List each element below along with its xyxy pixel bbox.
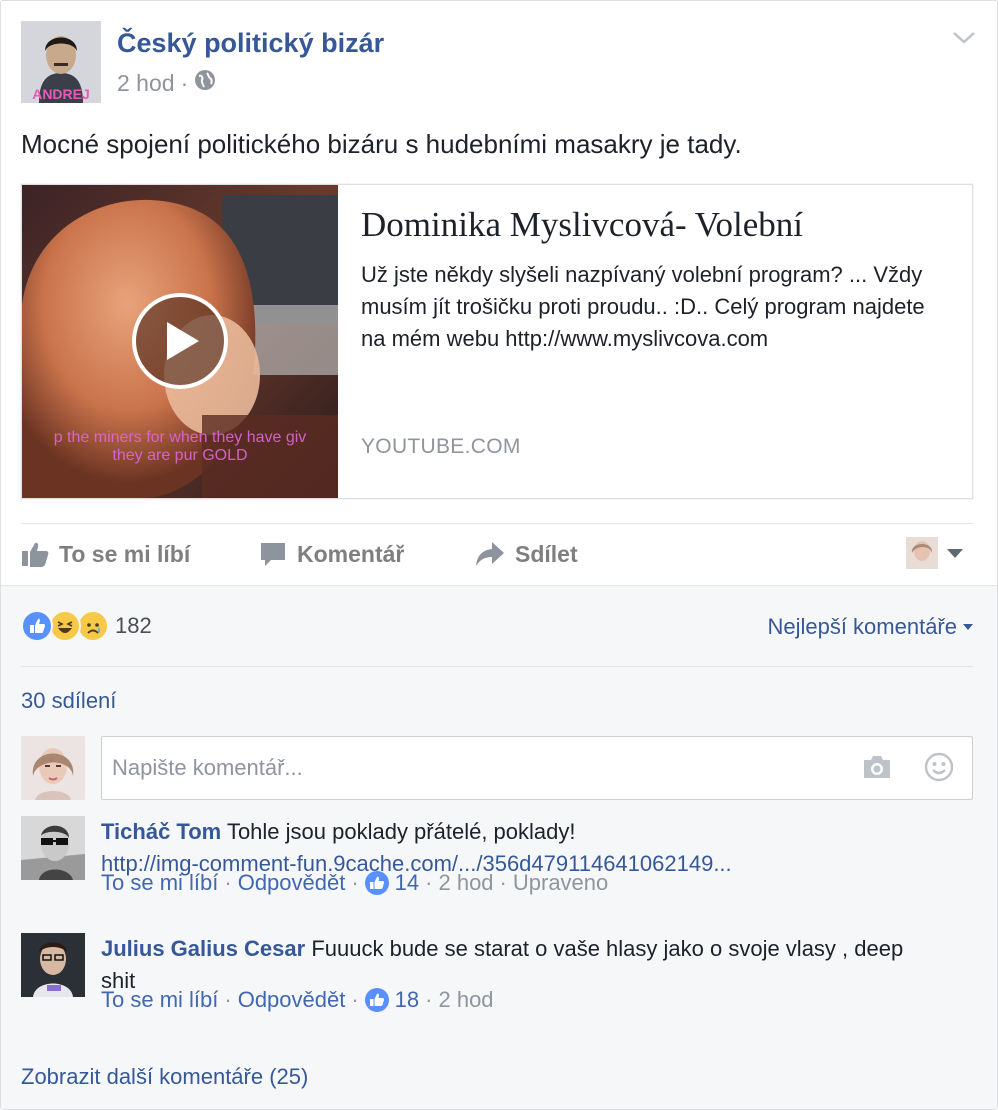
comment-like-count[interactable]: 14	[395, 870, 419, 896]
meta-separator: ·	[351, 987, 359, 1012]
comment-like-count[interactable]: 18	[395, 987, 419, 1013]
chevron-down-icon	[953, 32, 975, 44]
comment-icon	[261, 543, 285, 566]
post-options-button[interactable]	[949, 25, 979, 51]
share-label: Sdílet	[515, 540, 578, 567]
meta-separator: ·	[499, 870, 507, 895]
comment-reply-link[interactable]: Odpovědět	[238, 870, 346, 896]
meta-separator: ·	[425, 987, 433, 1012]
comment-time[interactable]: 2 hod	[438, 870, 493, 896]
comment-text: Tohle jsou poklady přátelé, poklady!	[226, 819, 576, 844]
commenter-avatar[interactable]	[21, 816, 85, 880]
meta-separator: ·	[224, 870, 232, 895]
reactions-summary[interactable]: 182	[21, 610, 152, 642]
meta-separator: ·	[425, 870, 433, 895]
link-preview[interactable]: p the miners for when they have giv they…	[21, 184, 973, 499]
shares-link[interactable]: 30 sdílení	[21, 688, 116, 714]
comment-item: Ticháč Tom Tohle jsou poklady přátelé, p…	[21, 816, 981, 926]
reaction-count: 182	[115, 613, 152, 638]
action-divider	[21, 523, 973, 524]
comment-reply-link[interactable]: Odpovědět	[238, 987, 346, 1013]
feedback-divider	[21, 666, 973, 667]
commenter-avatar[interactable]	[21, 933, 85, 997]
post-text: Mocné spojení politického bizáru s hudeb…	[21, 129, 742, 159]
share-icon	[476, 542, 504, 566]
thumbs-up-icon	[22, 542, 49, 567]
comment-composer[interactable]	[101, 736, 973, 800]
action-bar: To se mi líbí Komentář Sdílet	[1, 525, 997, 584]
caret-down-icon	[963, 624, 973, 630]
comment-sort-dropdown[interactable]: Nejlepší komentáře	[767, 614, 973, 640]
comment-like-link[interactable]: To se mi líbí	[101, 870, 218, 896]
post-as-selector[interactable]	[906, 537, 964, 569]
like-reaction-icon	[21, 610, 53, 642]
comment-meta: To se mi líbí · Odpovědět · 18 · 2 hod	[101, 987, 494, 1013]
page-avatar[interactable]: ANDREJ	[21, 21, 101, 103]
comment-button[interactable]: Komentář	[259, 540, 404, 568]
comment-like-link[interactable]: To se mi líbí	[101, 987, 218, 1013]
haha-reaction-icon	[49, 610, 81, 642]
comment-label: Komentář	[297, 540, 405, 567]
share-button[interactable]: Sdílet	[475, 540, 578, 568]
post-meta: 2 hod ·	[117, 69, 216, 97]
sort-label: Nejlepší komentáře	[767, 614, 957, 639]
meta-separator: ·	[351, 870, 359, 895]
post-card: ANDREJ Český politický bizár 2 hod · Moc…	[0, 0, 998, 1110]
play-icon	[167, 322, 199, 360]
page-name[interactable]: Český politický bizár	[117, 28, 384, 59]
avatar-watermark: ANDREJ	[32, 86, 90, 102]
like-reaction-icon[interactable]	[364, 871, 389, 895]
comment-input[interactable]	[112, 751, 842, 785]
like-reaction-icon[interactable]	[364, 988, 389, 1012]
play-button[interactable]	[132, 293, 228, 389]
post-time[interactable]: 2 hod	[117, 70, 175, 97]
view-more-comments-link[interactable]: Zobrazit další komentáře (25)	[21, 1064, 308, 1090]
preview-title[interactable]: Dominika Myslivcová- Volební	[361, 205, 803, 245]
like-button[interactable]: To se mi líbí	[21, 540, 190, 568]
feedback-section: 182 Nejlepší komentáře 30 sdílení Ticháč…	[1, 585, 997, 1109]
globe-icon	[194, 69, 216, 97]
comment-time[interactable]: 2 hod	[438, 987, 493, 1013]
meta-separator: ·	[180, 69, 189, 96]
comment-author[interactable]: Julius Galius Cesar	[101, 936, 305, 961]
camera-icon[interactable]	[862, 754, 892, 780]
viewer-avatar	[906, 537, 938, 569]
comment-item: Julius Galius Cesar Fuuuck bude se stara…	[21, 933, 981, 1043]
current-user-avatar[interactable]	[21, 736, 85, 800]
smiley-icon[interactable]	[924, 752, 954, 782]
sad-reaction-icon	[77, 610, 109, 642]
video-thumbnail[interactable]: p the miners for when they have giv they…	[22, 185, 338, 498]
comment-author[interactable]: Ticháč Tom	[101, 819, 221, 844]
preview-description: Už jste někdy slyšeli nazpívaný volební …	[361, 262, 925, 351]
like-label: To se mi líbí	[59, 540, 191, 567]
caret-down-icon	[947, 549, 963, 558]
comment-meta: To se mi líbí · Odpovědět · 14 · 2 hod ·…	[101, 870, 608, 896]
comment-edited[interactable]: Upraveno	[513, 870, 608, 896]
preview-domain: YOUTUBE.COM	[361, 435, 521, 458]
thumbnail-caption: p the miners for when they have giv they…	[53, 429, 307, 464]
meta-separator: ·	[224, 987, 232, 1012]
